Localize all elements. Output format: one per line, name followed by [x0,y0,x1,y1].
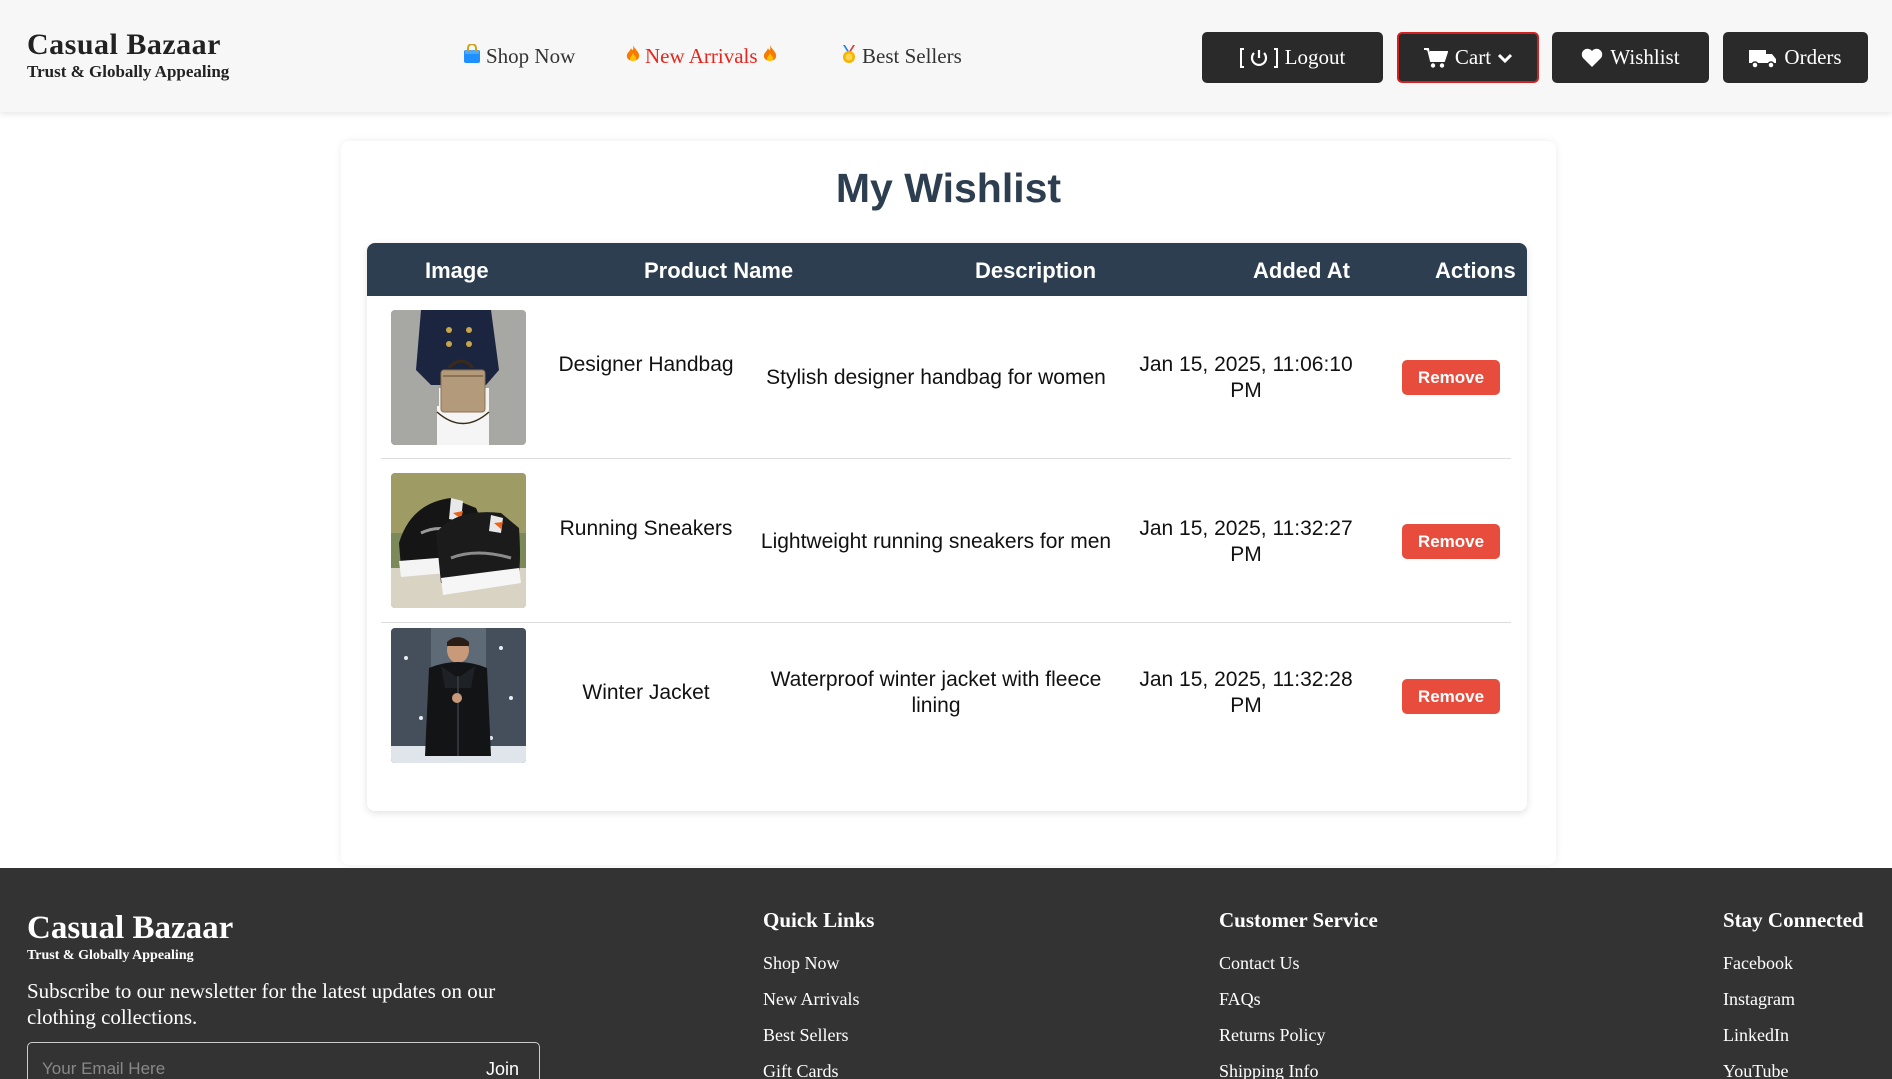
added-at: Jan 15, 2025, 11:06:10 PM [1139,353,1353,402]
product-image-winter-jacket [391,628,526,763]
medal-icon [840,44,858,69]
shopping-bag-icon [462,43,482,69]
fire-icon [762,44,778,69]
footer-link-contact-us[interactable]: Contact Us [1219,945,1378,981]
nav-new-arrivals-label: New Arrivals [645,44,758,68]
site-footer: Casual Bazaar Trust & Globally Appealing… [0,868,1892,1079]
nav-best-sellers[interactable]: Best Sellers [840,44,962,69]
footer-link-best-sellers[interactable]: Best Sellers [763,1017,874,1053]
product-image-handbag [391,310,526,445]
footer-brand-name[interactable]: Casual Bazaar [27,910,233,947]
footer-heading-stay-connected: Stay Connected [1723,908,1864,932]
nav-shop-now[interactable]: Shop Now [462,43,576,69]
column-header-description: Description [975,258,1097,283]
product-image-sneakers [391,473,526,608]
footer-link-facebook[interactable]: Facebook [1723,945,1864,981]
footer-link-faqs[interactable]: FAQs [1219,981,1378,1017]
product-description: Stylish designer handbag for women [766,366,1106,389]
column-header-added-at: Added At [1253,258,1350,283]
nav-best-sellers-label: Best Sellers [862,44,962,68]
brand-logo[interactable]: Casual Bazaar Trust & Globally Appealing [27,28,229,82]
footer-brand-tagline: Trust & Globally Appealing [27,948,194,963]
fire-icon [625,44,641,69]
product-description: Waterproof winter jacket with fleece lin… [770,668,1102,717]
cart-icon [1423,47,1448,69]
footer-link-linkedin[interactable]: LinkedIn [1723,1017,1864,1053]
remove-button[interactable]: Remove [1402,524,1500,559]
cart-label: Cart [1454,45,1492,69]
footer-link-gift-cards[interactable]: Gift Cards [763,1053,874,1079]
brand-name: Casual Bazaar [27,28,221,61]
truck-icon [1749,47,1777,69]
heart-icon [1581,48,1603,68]
table-header: Image Product Name Description Added At … [367,243,1527,296]
column-header-product-name: Product Name [644,258,794,283]
added-at: Jan 15, 2025, 11:32:28 PM [1139,668,1353,717]
product-name: Designer Handbag [558,353,734,376]
product-name: Running Sneakers [559,517,733,540]
footer-link-youtube[interactable]: YouTube [1723,1053,1864,1079]
page-title: My Wishlist [835,165,1062,211]
footer-link-instagram[interactable]: Instagram [1723,981,1864,1017]
wishlist-button[interactable]: Wishlist [1552,32,1709,83]
orders-button[interactable]: Orders [1723,32,1868,83]
remove-button[interactable]: Remove [1402,360,1500,395]
cart-button[interactable]: Cart [1397,32,1539,83]
orders-label: Orders [1784,45,1842,69]
join-button[interactable]: Join [486,1059,519,1079]
product-description: Lightweight running sneakers for men [760,530,1112,553]
chevron-down-icon [1498,53,1513,63]
footer-customer-service: Customer Service Contact Us FAQs Returns… [1219,908,1378,1079]
newsletter-text: Subscribe to our newsletter for the late… [27,979,496,1029]
power-icon [1239,47,1278,69]
footer-link-new-arrivals[interactable]: New Arrivals [763,981,874,1017]
footer-link-shop-now[interactable]: Shop Now [763,945,874,981]
wishlist-card: My Wishlist Image Product Name Descripti… [341,141,1556,865]
site-header: Casual Bazaar Trust & Globally Appealing… [0,0,1892,112]
newsletter-email-field[interactable]: Your Email Here Join [27,1042,540,1079]
table-row: Designer Handbag Stylish designer handba… [381,296,1511,459]
nav-new-arrivals[interactable]: New Arrivals [625,44,778,69]
footer-link-returns-policy[interactable]: Returns Policy [1219,1017,1378,1053]
column-header-actions: Actions [1435,258,1516,283]
footer-stay-connected: Stay Connected Facebook Instagram Linked… [1723,908,1864,1079]
logout-label: Logout [1284,45,1346,69]
footer-heading-customer-service: Customer Service [1219,908,1378,932]
wishlist-table: Image Product Name Description Added At … [367,243,1527,811]
nav-shop-now-label: Shop Now [486,44,576,68]
added-at: Jan 15, 2025, 11:32:27 PM [1139,517,1353,566]
table-row: Winter Jacket Waterproof winter jacket w… [381,624,1511,787]
table-row: Running Sneakers Lightweight running sne… [381,460,1511,623]
remove-button[interactable]: Remove [1402,679,1500,714]
column-header-image: Image [425,258,489,283]
footer-quick-links: Quick Links Shop Now New Arrivals Best S… [763,908,874,1079]
footer-heading-quick-links: Quick Links [763,908,875,932]
logout-button[interactable]: Logout [1202,32,1383,83]
email-placeholder: Your Email Here [42,1059,166,1078]
product-name: Winter Jacket [582,681,710,704]
wishlist-label: Wishlist [1610,45,1680,69]
brand-tagline: Trust & Globally Appealing [27,62,230,81]
footer-link-shipping-info[interactable]: Shipping Info [1219,1053,1378,1079]
